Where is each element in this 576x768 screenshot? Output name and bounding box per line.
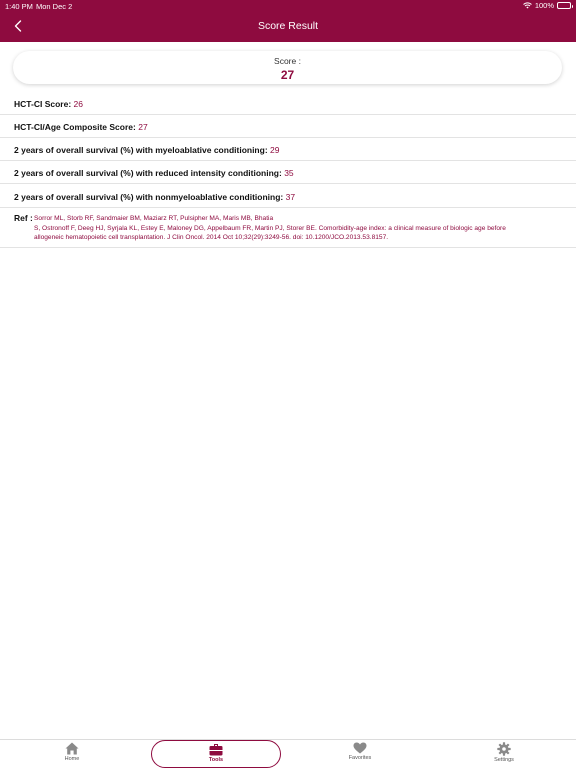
result-label: HCT-CI Score: <box>14 99 72 109</box>
home-icon <box>65 742 79 755</box>
navigation-bar: Score Result <box>0 14 576 40</box>
reference-line: allogeneic hematopoietic cell transplant… <box>34 234 389 241</box>
reference-section: Ref : Sorror ML, Storb RF, Sandmaier BM,… <box>0 208 576 248</box>
tab-home[interactable]: Home <box>40 740 104 768</box>
heart-icon <box>353 742 367 754</box>
result-row-nonmyeloablative: 2 years of overall survival (%) with non… <box>0 184 576 208</box>
score-value: 27 <box>280 68 295 82</box>
tab-label: Favorites <box>348 755 372 761</box>
tab-favorites[interactable]: Favorites <box>328 740 392 768</box>
result-value: 35 <box>284 168 294 178</box>
tab-label: Settings <box>494 757 514 763</box>
status-right: 100% <box>522 1 573 10</box>
battery-icon <box>557 2 573 9</box>
status-date: Mon Dec 2 <box>36 2 73 11</box>
reference-line: Sorror ML, Storb RF, Sandmaier BM, Mazia… <box>34 215 274 222</box>
status-time: 1:40 PM <box>5 2 33 11</box>
battery-percent: 100% <box>534 1 554 10</box>
result-label: 2 years of overall survival (%) with non… <box>14 192 284 202</box>
tab-tools[interactable]: Tools <box>151 740 281 768</box>
reference-label: Ref : <box>14 213 33 223</box>
gear-icon <box>497 742 511 756</box>
result-row-myeloablative: 2 years of overall survival (%) with mye… <box>0 138 576 161</box>
result-row-age-composite: HCT-CI/Age Composite Score: 27 <box>0 115 576 138</box>
reference-line: S, Ostronoff F, Deeg HJ, Syrjala KL, Est… <box>34 224 506 232</box>
result-value: 37 <box>285 192 296 202</box>
page-title: Score Result <box>257 20 319 32</box>
wifi-icon <box>522 2 532 9</box>
result-label: 2 years of overall survival (%) with mye… <box>14 145 268 155</box>
result-label: HCT-CI/Age Composite Score: <box>14 122 136 132</box>
result-row-reduced-intensity: 2 years of overall survival (%) with red… <box>0 161 576 184</box>
score-label: Score : <box>274 56 301 66</box>
tab-settings[interactable]: Settings <box>472 740 536 768</box>
result-value: 27 <box>138 122 148 132</box>
tab-label: Home <box>64 756 80 762</box>
app-header: 1:40 PM Mon Dec 2 100% Score Result <box>0 0 576 42</box>
result-row-hct-ci: HCT-CI Score: 26 <box>0 92 576 115</box>
result-label: 2 years of overall survival (%) with red… <box>14 168 282 178</box>
reference-text: Sorror ML, Storb RF, Sandmaier BM, Mazia… <box>34 214 554 243</box>
score-card: Score : 27 <box>13 51 562 84</box>
result-value: 29 <box>270 145 280 155</box>
status-bar: 1:40 PM Mon Dec 2 100% <box>0 0 576 12</box>
toolbox-icon <box>209 744 223 756</box>
tab-bar: Home Tools Favorites Settings <box>0 739 576 768</box>
result-value: 26 <box>73 99 83 109</box>
tab-label: Tools <box>208 757 224 763</box>
